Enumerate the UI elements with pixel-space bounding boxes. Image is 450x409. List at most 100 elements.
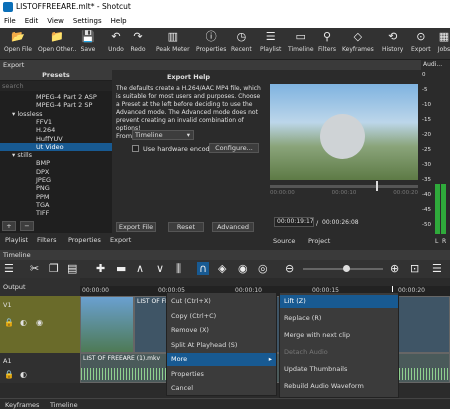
- mute-icon[interactable]: ◐: [20, 318, 27, 327]
- preset-item[interactable]: TIFF: [0, 209, 112, 217]
- menu-settings[interactable]: Settings: [73, 17, 102, 25]
- toolbar-jobs-button[interactable]: ▦ Jobs: [436, 30, 450, 53]
- remove-icon[interactable]: ▬: [116, 262, 126, 275]
- preset-item[interactable]: MPEG-4 Part 2 ASP: [0, 93, 112, 101]
- scrub-icon[interactable]: ◈: [218, 262, 226, 275]
- tab-filters[interactable]: Filters: [37, 236, 56, 244]
- current-timecode[interactable]: 00:00:19:17: [274, 217, 314, 227]
- toolbar-label: History: [382, 46, 404, 53]
- toolbar-label: Open File: [4, 46, 32, 53]
- video-clip-thumbnail-start[interactable]: [80, 296, 134, 353]
- toolbar-peak-meter-button[interactable]: ▥ Peak Meter: [156, 30, 190, 53]
- preset-item[interactable]: FFV1: [0, 118, 112, 126]
- eye-icon[interactable]: ◉: [36, 318, 43, 327]
- toolbar-timeline-button[interactable]: ▭ Timeline: [288, 30, 314, 53]
- snap-icon[interactable]: ∩: [197, 262, 210, 275]
- preset-item[interactable]: BMP: [0, 159, 112, 167]
- preset-item[interactable]: JPEG: [0, 176, 112, 184]
- ripple-all-icon[interactable]: ◎: [258, 262, 268, 275]
- preset-item[interactable]: MPEG-4 Part 2 SP: [0, 101, 112, 109]
- submenu-item[interactable]: Rebuild Audio Waveform: [280, 380, 398, 393]
- lift-icon[interactable]: ∧: [136, 262, 144, 275]
- toolbar-save-button[interactable]: 💾 Save: [80, 30, 96, 53]
- reset-button[interactable]: Reset: [168, 222, 204, 232]
- context-menu-item[interactable]: Copy (Ctrl+C): [167, 310, 276, 323]
- timeline-menu-icon[interactable]: ☰: [432, 262, 442, 275]
- advanced-button[interactable]: Advanced: [212, 222, 254, 232]
- tab-keyframes[interactable]: Keyframes: [5, 401, 39, 409]
- context-menu-item[interactable]: Split At Playhead (S): [167, 339, 276, 352]
- hw-encoder-checkbox[interactable]: [132, 145, 139, 152]
- preset-item[interactable]: ▾ stills: [0, 151, 112, 159]
- toolbar-label: Export: [411, 46, 431, 53]
- preset-item[interactable]: H.264: [0, 126, 112, 134]
- remove-preset-button[interactable]: −: [20, 221, 34, 231]
- menu-view[interactable]: View: [47, 17, 64, 25]
- toolbar-redo-button[interactable]: ↷ Redo: [130, 30, 146, 53]
- toolbar-history-button[interactable]: ⟲ History: [382, 30, 403, 53]
- position-scrubber[interactable]: [270, 181, 418, 191]
- split-icon[interactable]: ⫼: [176, 262, 181, 276]
- cut-icon[interactable]: ✂: [30, 262, 39, 275]
- zoom-in-icon[interactable]: ⊕: [390, 262, 399, 275]
- audio-clip-title: LIST OF FREEARE (1).mkv: [83, 355, 161, 362]
- toolbar-open-file-button[interactable]: 📂 Open File: [4, 30, 32, 53]
- context-menu-item[interactable]: More ▸: [167, 353, 276, 366]
- preset-item[interactable]: PPM: [0, 193, 112, 201]
- lock-icon[interactable]: 🔒: [4, 370, 14, 379]
- preset-item[interactable]: PNG: [0, 184, 112, 192]
- preset-item[interactable]: DPX: [0, 168, 112, 176]
- toolbar-open-other-button[interactable]: 📁 Open Other..: [38, 30, 76, 53]
- configure-button[interactable]: Configure...: [209, 143, 259, 153]
- menu-file[interactable]: File: [4, 17, 16, 25]
- toolbar-label: Timeline: [288, 46, 314, 53]
- toolbar-playlist-button[interactable]: ☰ Playlist: [260, 30, 281, 53]
- v1-track-header[interactable]: V1 🔒 ◐ ◉: [0, 296, 80, 353]
- menu-edit[interactable]: Edit: [25, 17, 39, 25]
- add-preset-button[interactable]: +: [2, 221, 16, 231]
- submenu-item[interactable]: Lift (Z): [280, 295, 398, 308]
- submenu-item[interactable]: Replace (R): [280, 312, 398, 325]
- mute-icon[interactable]: ◐: [20, 370, 27, 379]
- submenu-item[interactable]: Merge with next clip: [280, 329, 398, 342]
- export-file-button[interactable]: Export File: [116, 222, 156, 232]
- context-menu-item[interactable]: Properties: [167, 368, 276, 381]
- tab-properties[interactable]: Properties: [68, 236, 101, 244]
- toolbar-export-button[interactable]: ⊙ Export: [411, 30, 431, 53]
- toolbar-filters-button[interactable]: ⚲ Filters: [318, 30, 336, 53]
- toolbar-properties-button[interactable]: ⓘ Properties: [196, 30, 226, 53]
- lock-icon[interactable]: 🔒: [4, 318, 14, 327]
- preset-item[interactable]: Ut Video: [0, 142, 112, 152]
- context-menu-item[interactable]: Cut (Ctrl+X): [167, 295, 276, 308]
- toolbar-keyframes-button[interactable]: ◇ Keyframes: [342, 30, 374, 53]
- tab-source[interactable]: Source: [273, 237, 295, 245]
- append-icon[interactable]: ✚: [96, 262, 105, 275]
- zoom-fit-icon[interactable]: ⊡: [410, 262, 419, 275]
- preset-item[interactable]: ▾ lossless: [0, 110, 112, 118]
- context-menu-item-label: Remove (X): [171, 326, 209, 334]
- preset-item[interactable]: TGA: [0, 201, 112, 209]
- a1-track-header[interactable]: A1 🔒 ◐: [0, 353, 80, 383]
- menu-help[interactable]: Help: [111, 17, 127, 25]
- menu-icon[interactable]: ☰: [4, 262, 14, 275]
- preset-search-input[interactable]: [0, 81, 112, 91]
- zoom-slider-handle[interactable]: [343, 265, 350, 272]
- paste-icon[interactable]: ▤: [67, 262, 77, 275]
- overwrite-icon[interactable]: ∨: [156, 262, 164, 275]
- copy-icon[interactable]: ❐: [49, 262, 59, 275]
- from-select[interactable]: Timeline ▾: [132, 130, 194, 140]
- preset-item[interactable]: HuffYUV: [0, 135, 112, 143]
- tab-export[interactable]: Export: [110, 236, 131, 244]
- context-menu-item[interactable]: Remove (X): [167, 324, 276, 337]
- tab-playlist[interactable]: Playlist: [5, 236, 28, 244]
- toolbar-undo-button[interactable]: ↶ Undo: [108, 30, 124, 53]
- tab-project[interactable]: Project: [308, 237, 330, 245]
- context-menu-item[interactable]: Cancel: [167, 382, 276, 395]
- audio-scale-label: -45: [422, 207, 431, 213]
- zoom-out-icon[interactable]: ⊖: [285, 262, 294, 275]
- zoom-slider[interactable]: [303, 265, 383, 272]
- submenu-item[interactable]: Update Thumbnails: [280, 363, 398, 376]
- tab-timeline[interactable]: Timeline: [50, 401, 78, 409]
- toolbar-recent-button[interactable]: ◷ Recent: [231, 30, 252, 53]
- ripple-icon[interactable]: ◉: [238, 262, 248, 275]
